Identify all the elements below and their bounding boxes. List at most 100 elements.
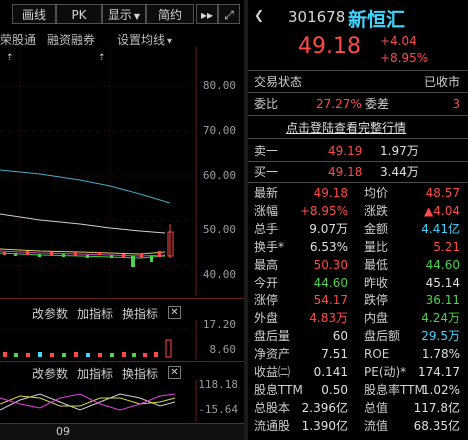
close-icon[interactable]: ✕ <box>168 306 181 319</box>
simple-mode-button[interactable]: 简约 <box>146 4 194 24</box>
divider <box>0 361 244 362</box>
divider <box>248 161 468 162</box>
stat-label: 涨停 <box>254 293 279 308</box>
table-row: 净资产 7.51 ROE 1.78% <box>254 346 464 363</box>
forward-icon[interactable]: ▸▸ <box>196 4 218 24</box>
table-row: 盘后量 60 盘后额 29.5万 <box>254 328 464 345</box>
osc-axis-low: -15.64 <box>198 403 238 416</box>
table-row: 总股本 2.396亿 总值 117.8亿 <box>254 400 464 417</box>
stat-label: 流值 <box>364 418 389 433</box>
table-row: 总手 9.07万 金额 4.41亿 <box>254 221 464 238</box>
stat-label: 跌停 <box>364 293 389 308</box>
price-axis-80: 80.00 <box>202 79 236 92</box>
stat-value: 60 <box>332 329 348 344</box>
stat-label: 总手 <box>254 221 279 236</box>
svg-text:⇡: ⇡ <box>98 53 106 63</box>
buy1-label: 买一 <box>254 165 279 179</box>
price-axis-50: 50.00 <box>202 223 236 236</box>
weibi-value: 27.27% <box>316 97 362 111</box>
stat-label: 昨收 <box>364 275 389 290</box>
svg-text:⇡: ⇡ <box>6 53 14 63</box>
stat-label: 净资产 <box>254 347 291 362</box>
stat-value: 48.57 <box>425 186 460 200</box>
stat-value: 0.50 <box>321 382 348 397</box>
stock-code: 301678 <box>288 8 346 26</box>
date-bar: 09 <box>0 423 244 440</box>
stock-name: 新恒汇 <box>348 9 406 31</box>
table-row: 换手* 6.53% 量比 5.21 <box>254 239 464 256</box>
pk-button[interactable]: PK <box>56 4 102 24</box>
ma-settings-label: 设置均线 <box>117 33 166 47</box>
quote-pane: ❮ 301678 新恒汇 49.18 +4.04 +8.95% 交易状态 已收市… <box>248 0 468 440</box>
stat-label: 换手* <box>254 239 285 254</box>
chart-pane[interactable]: 画线 PK 显示 ▼ 简约 ▸▸ ⤢ 荣股通 融资融券 设置均线 ▾ ⇡ ⇡ 8… <box>0 0 244 440</box>
login-full-quote-link[interactable]: 点击登陆查看完整行情 <box>286 119 406 136</box>
stat-value: 5.21 <box>433 239 460 254</box>
stat-value: 2.396亿 <box>301 400 348 415</box>
table-row: 涨停 54.17 跌停 36.11 <box>254 292 464 309</box>
stat-value: 45.14 <box>425 275 460 290</box>
stat-label: 股息率TTM <box>364 382 425 397</box>
divider <box>248 182 468 183</box>
price-axis-60: 60.00 <box>202 169 236 182</box>
expand-icon[interactable]: ⤢ <box>218 4 240 24</box>
trade-status: 已收市 <box>423 75 460 89</box>
stat-value: 68.35亿 <box>413 418 460 433</box>
stat-value: 4.83万 <box>309 311 348 326</box>
table-row: 涨幅 +8.95% 涨跌 ▲4.04 <box>254 203 464 220</box>
stat-value: 49.18 <box>313 186 348 200</box>
draw-line-button[interactable]: 画线 <box>12 4 56 24</box>
stat-label: ROE <box>364 347 390 362</box>
sell1-row: 卖一 49.19 1.97万 <box>254 143 464 160</box>
stat-label: 总股本 <box>254 400 291 415</box>
table-row: 股息TTM 0.50 股息率TTM 1.02% <box>254 382 464 399</box>
display-label: 显示 <box>107 8 132 22</box>
trade-status-row: 交易状态 已收市 <box>254 74 464 91</box>
stat-label: 涨幅 <box>254 203 279 218</box>
stat-value: 6.53% <box>309 239 348 254</box>
stat-label: 流通股 <box>254 418 291 433</box>
stat-value: 44.60 <box>313 275 348 290</box>
stat-label: 涨跌 <box>364 203 389 218</box>
close-icon[interactable]: ✕ <box>168 366 181 379</box>
display-button[interactable]: 显示 ▼ <box>102 4 146 24</box>
stat-value: 1.78% <box>421 347 460 362</box>
stat-value: 4.41亿 <box>421 221 460 236</box>
divider <box>248 70 468 71</box>
stat-label: 最高 <box>254 257 279 272</box>
weibi-row: 委比 27.27% 委差 3 <box>254 96 464 113</box>
stat-label: 外盘 <box>254 311 279 326</box>
stat-value: 54.17 <box>313 293 348 308</box>
osc-axis-high: 118.18 <box>198 378 238 391</box>
weicha-value: 3 <box>452 97 460 111</box>
divider <box>248 138 468 139</box>
stat-value: 29.5万 <box>421 329 460 344</box>
stat-label: 收益㈡ <box>254 365 291 379</box>
stat-label: 盘后额 <box>364 329 401 344</box>
table-row: 收益㈡ 0.141 PE(动)* 174.17 <box>254 364 464 381</box>
price-axis-70: 70.00 <box>202 124 236 137</box>
sell1-volume: 1.97万 <box>380 144 419 158</box>
sell1-label: 卖一 <box>254 144 279 158</box>
stat-value: 4.24万 <box>421 311 460 326</box>
divider <box>0 298 244 299</box>
stat-value: 9.07万 <box>309 221 348 236</box>
stat-value: +8.95% <box>299 203 348 218</box>
stat-value: 44.60 <box>425 257 460 272</box>
chevron-down-icon: ▼ <box>133 12 141 21</box>
divider <box>248 92 468 93</box>
buy1-price: 49.18 <box>328 165 363 179</box>
stat-label: 最新 <box>254 186 279 200</box>
stat-value: 1.02% <box>421 382 460 397</box>
table-row: 外盘 4.83万 内盘 4.24万 <box>254 310 464 327</box>
stat-value: 0.141 <box>313 365 348 379</box>
stat-label: 均价 <box>364 186 389 200</box>
table-row: 流通股 1.390亿 流值 68.35亿 <box>254 418 464 435</box>
stat-value: 1.390亿 <box>301 418 348 433</box>
stat-value: 117.8亿 <box>413 400 460 415</box>
table-row: 最高 50.30 最低 44.60 <box>254 257 464 274</box>
prev-stock-icon[interactable]: ❮ <box>254 8 264 22</box>
trade-status-label: 交易状态 <box>254 75 303 89</box>
stat-value: 7.51 <box>321 347 348 362</box>
buy1-volume: 3.44万 <box>380 165 419 179</box>
